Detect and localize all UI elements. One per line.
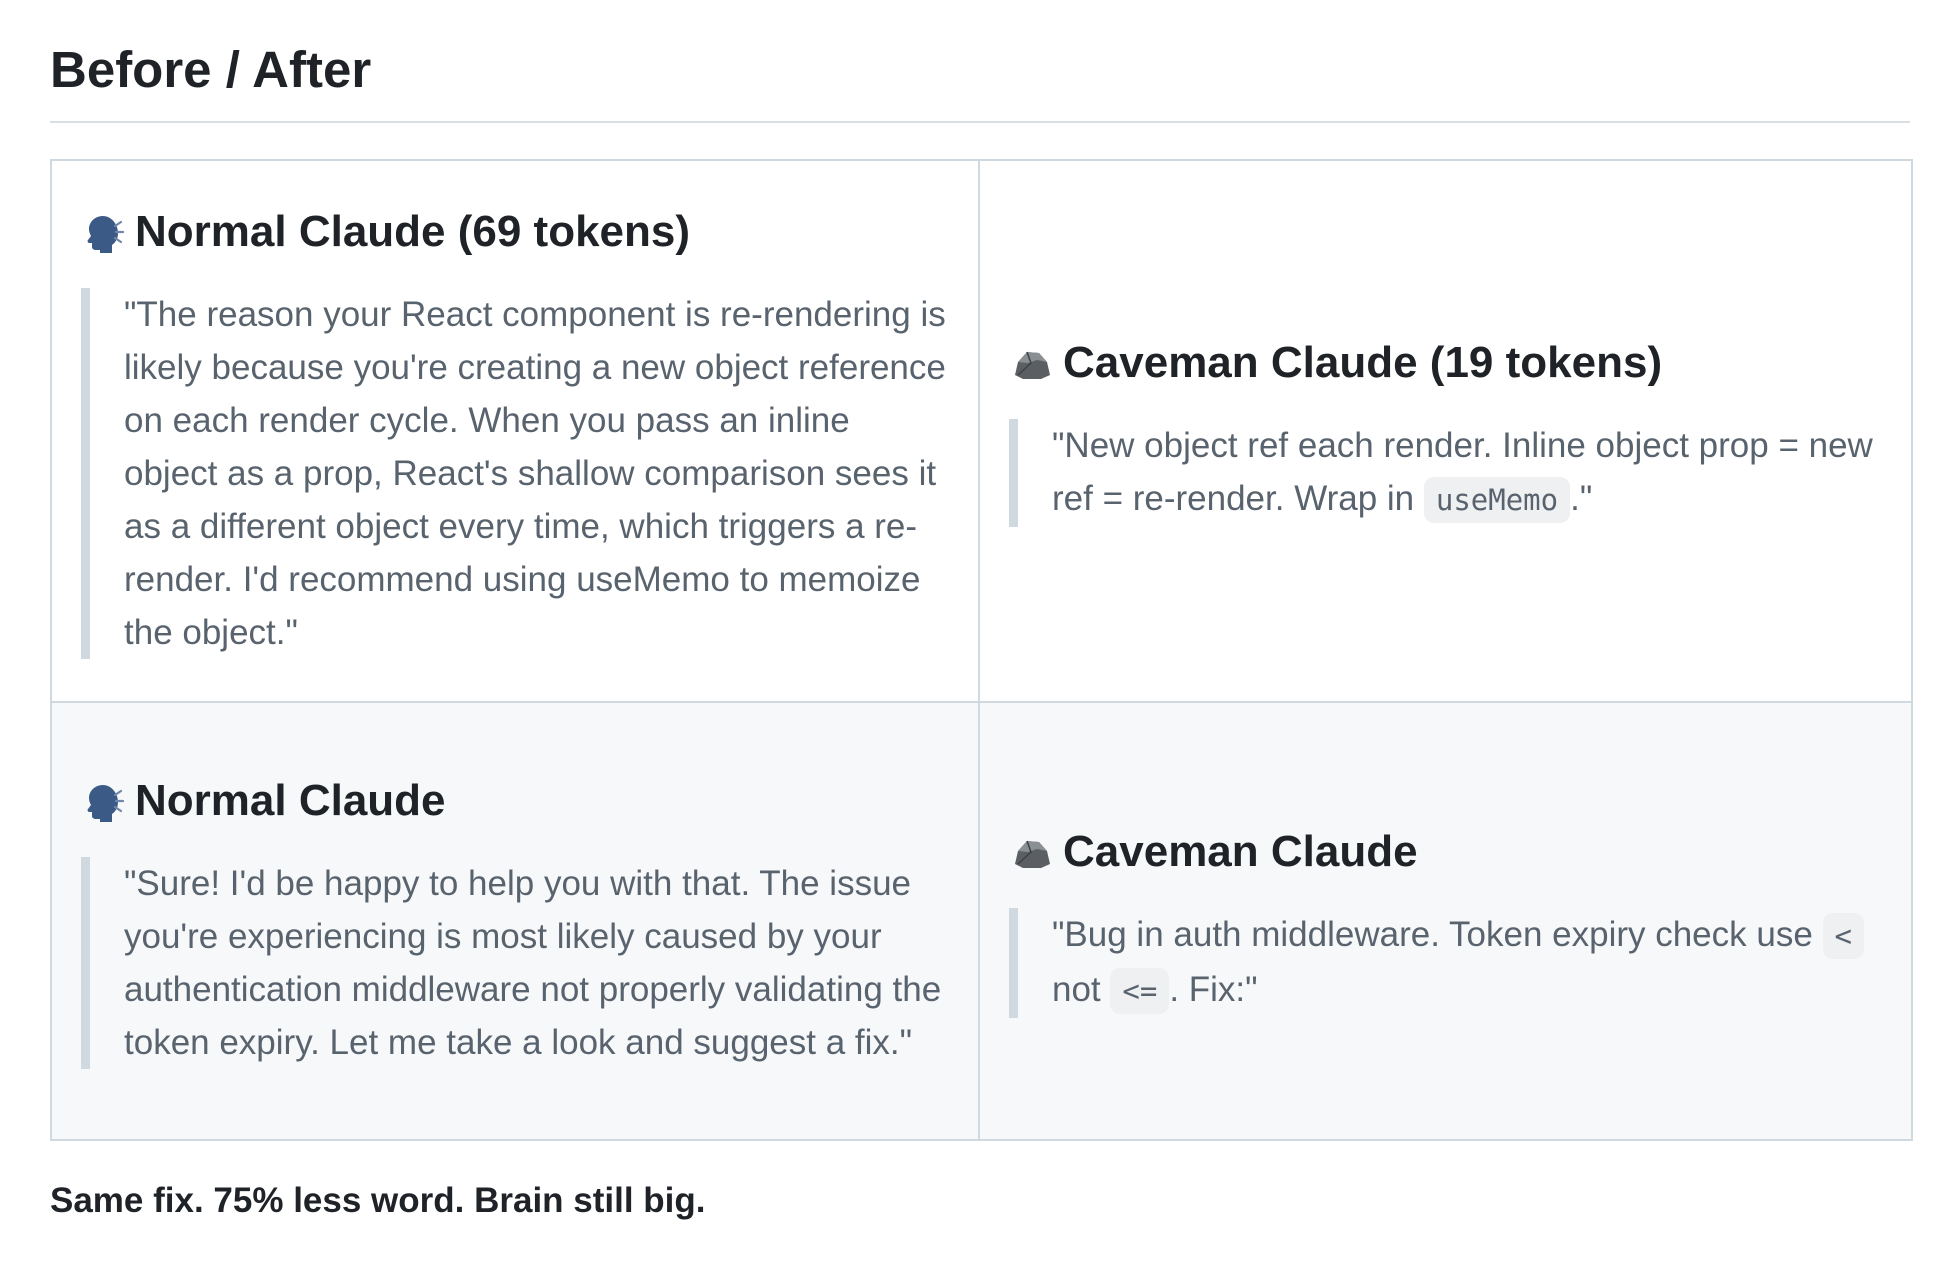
caveman-quote-part2: ."	[1570, 479, 1593, 518]
rock-icon	[1009, 830, 1053, 874]
normal-cell: Normal Claude (69 tokens) "The reason yo…	[50, 159, 980, 703]
normal-quote: "Sure! I'd be happy to help you with tha…	[81, 857, 949, 1069]
table-row: Normal Claude "Sure! I'd be happy to hel…	[50, 701, 1913, 1141]
inline-code: useMemo	[1423, 477, 1571, 523]
rock-icon	[1009, 341, 1053, 385]
normal-quote-text: "Sure! I'd be happy to help you with tha…	[124, 864, 942, 1062]
caveman-quote: "New object ref each render. Inline obje…	[1009, 419, 1882, 527]
normal-quote-text: "The reason your React component is re-r…	[124, 294, 946, 652]
inline-code: <=	[1110, 968, 1170, 1014]
inline-code: <	[1822, 913, 1864, 959]
speaking-head-icon	[81, 210, 125, 254]
caveman-quote-mid: not	[1052, 970, 1111, 1009]
normal-title-text: Normal Claude (69 tokens)	[135, 206, 691, 256]
normal-quote: "The reason your React component is re-r…	[81, 287, 949, 659]
caveman-quote-part1: "Bug in auth middleware. Token expiry ch…	[1052, 915, 1823, 954]
normal-cell: Normal Claude "Sure! I'd be happy to hel…	[50, 701, 980, 1141]
caveman-title-text: Caveman Claude	[1063, 827, 1418, 876]
caveman-quote-part2: . Fix:"	[1169, 970, 1258, 1009]
normal-title-text: Normal Claude	[135, 776, 446, 825]
caveman-quote: "Bug in auth middleware. Token expiry ch…	[1009, 908, 1882, 1018]
readme-section: Before / After Normal Claude (69 tokens)…	[50, 0, 1913, 1225]
table-row: Normal Claude (69 tokens) "The reason yo…	[50, 159, 1913, 703]
comparison-table: Normal Claude (69 tokens) "The reason yo…	[50, 159, 1913, 1141]
summary-text: Same fix. 75% less word. Brain still big…	[50, 1181, 706, 1220]
normal-title: Normal Claude (69 tokens)	[81, 204, 949, 260]
section-heading: Before / After	[50, 0, 1910, 123]
speaking-head-icon	[81, 779, 125, 823]
caveman-cell: Caveman Claude "Bug in auth middleware. …	[978, 701, 1913, 1141]
caveman-title: Caveman Claude	[1009, 824, 1882, 880]
caveman-title: Caveman Claude (19 tokens)	[1009, 335, 1882, 391]
caveman-title-text: Caveman Claude (19 tokens)	[1063, 338, 1663, 387]
caveman-cell: Caveman Claude (19 tokens) "New object r…	[978, 159, 1913, 703]
normal-title: Normal Claude	[81, 773, 949, 829]
